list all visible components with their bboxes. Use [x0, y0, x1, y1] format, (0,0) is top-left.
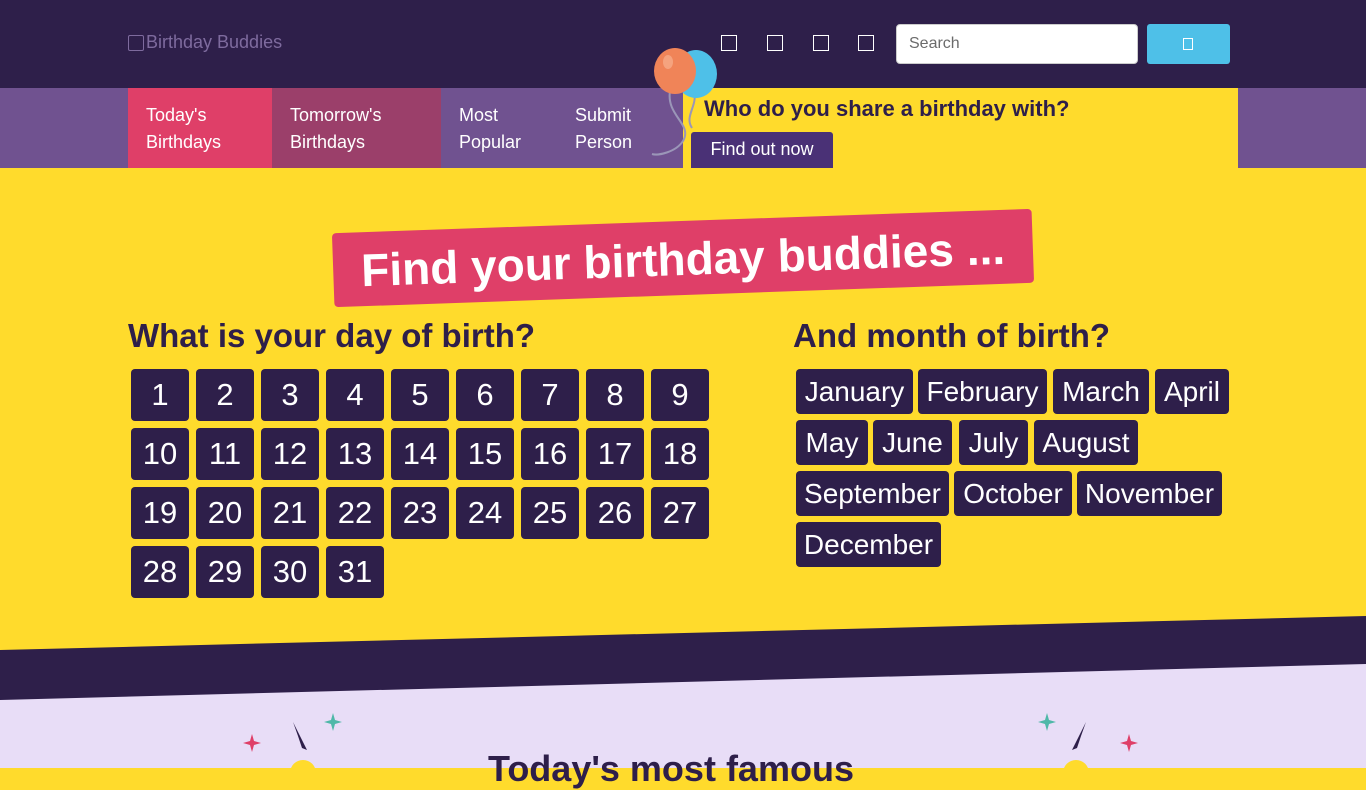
- nav-label-line2: Person: [575, 132, 633, 152]
- day-button[interactable]: 25: [521, 487, 579, 539]
- day-button[interactable]: 15: [456, 428, 514, 480]
- nav-item-tomorrows-birthdays[interactable]: Tomorrow's Birthdays: [272, 88, 441, 168]
- day-button[interactable]: 2: [196, 369, 254, 421]
- balloons-icon: [651, 48, 717, 156]
- day-button[interactable]: 21: [261, 487, 319, 539]
- month-of-birth-heading: And month of birth?: [793, 317, 1111, 354]
- day-button[interactable]: 27: [651, 487, 709, 539]
- day-button[interactable]: 16: [521, 428, 579, 480]
- nav-label-line1: Most: [459, 105, 499, 125]
- decoration-dot: [1063, 760, 1089, 786]
- decoration-dot: [290, 760, 316, 786]
- day-button[interactable]: 20: [196, 487, 254, 539]
- nav-label-line2: Birthdays: [146, 132, 222, 152]
- confetti-left-icon: [243, 713, 342, 752]
- day-button[interactable]: 12: [261, 428, 319, 480]
- month-button[interactable]: July: [959, 420, 1028, 465]
- nav-label-line2: Popular: [459, 132, 522, 152]
- day-button[interactable]: 4: [326, 369, 384, 421]
- day-button[interactable]: 18: [651, 428, 709, 480]
- day-button[interactable]: 5: [391, 369, 449, 421]
- twitter-icon[interactable]: [767, 35, 783, 51]
- logo-alt-text: Birthday Buddies: [146, 32, 283, 52]
- nav-label-line1: Submit: [575, 105, 632, 125]
- day-button[interactable]: 1: [131, 369, 189, 421]
- day-button[interactable]: 6: [456, 369, 514, 421]
- month-button[interactable]: February: [918, 369, 1047, 414]
- instagram-icon[interactable]: [813, 35, 829, 51]
- month-button[interactable]: April: [1155, 369, 1229, 414]
- day-button[interactable]: 31: [326, 546, 384, 598]
- site-logo[interactable]: Birthday Buddies: [128, 32, 282, 53]
- day-button[interactable]: 14: [391, 428, 449, 480]
- day-button[interactable]: 28: [131, 546, 189, 598]
- day-button[interactable]: 22: [326, 487, 384, 539]
- month-button[interactable]: May: [796, 420, 868, 465]
- nav-label-line1: Today's: [146, 105, 207, 125]
- month-button[interactable]: June: [873, 420, 952, 465]
- nav-item-todays-birthdays[interactable]: Today's Birthdays: [128, 88, 272, 168]
- day-button[interactable]: 9: [651, 369, 709, 421]
- nav-label-line1: Tomorrow's: [290, 105, 382, 125]
- day-button[interactable]: 10: [131, 428, 189, 480]
- day-button[interactable]: 17: [586, 428, 644, 480]
- month-button[interactable]: October: [954, 471, 1072, 516]
- day-of-birth-heading: What is your day of birth?: [128, 317, 536, 354]
- month-button[interactable]: November: [1077, 471, 1222, 516]
- month-button[interactable]: March: [1053, 369, 1149, 414]
- month-button[interactable]: December: [796, 522, 941, 567]
- day-button[interactable]: 3: [261, 369, 319, 421]
- month-button[interactable]: August: [1034, 420, 1138, 465]
- month-button[interactable]: January: [796, 369, 913, 414]
- day-button[interactable]: 29: [196, 546, 254, 598]
- day-button[interactable]: 23: [391, 487, 449, 539]
- month-button[interactable]: September: [796, 471, 949, 516]
- search-button[interactable]: [1147, 24, 1230, 64]
- pinterest-icon[interactable]: [858, 35, 874, 51]
- day-button[interactable]: 7: [521, 369, 579, 421]
- search-input[interactable]: [896, 24, 1138, 64]
- broken-image-icon: [128, 34, 144, 51]
- day-button[interactable]: 8: [586, 369, 644, 421]
- day-button[interactable]: 11: [196, 428, 254, 480]
- hero-title: Find your birthday buddies ...: [331, 208, 1035, 308]
- day-button[interactable]: 26: [586, 487, 644, 539]
- day-button[interactable]: 30: [261, 546, 319, 598]
- day-button[interactable]: 24: [456, 487, 514, 539]
- search-icon: [1183, 38, 1193, 50]
- nav-item-most-popular[interactable]: Most Popular: [441, 88, 557, 168]
- nav-label-line2: Birthdays: [290, 132, 366, 152]
- confetti-right-icon: [1038, 713, 1138, 752]
- famous-section-heading: Today's most famous: [488, 748, 854, 789]
- promo-question: Who do you share a birthday with?: [704, 96, 1070, 121]
- day-button[interactable]: 19: [131, 487, 189, 539]
- day-button[interactable]: 13: [326, 428, 384, 480]
